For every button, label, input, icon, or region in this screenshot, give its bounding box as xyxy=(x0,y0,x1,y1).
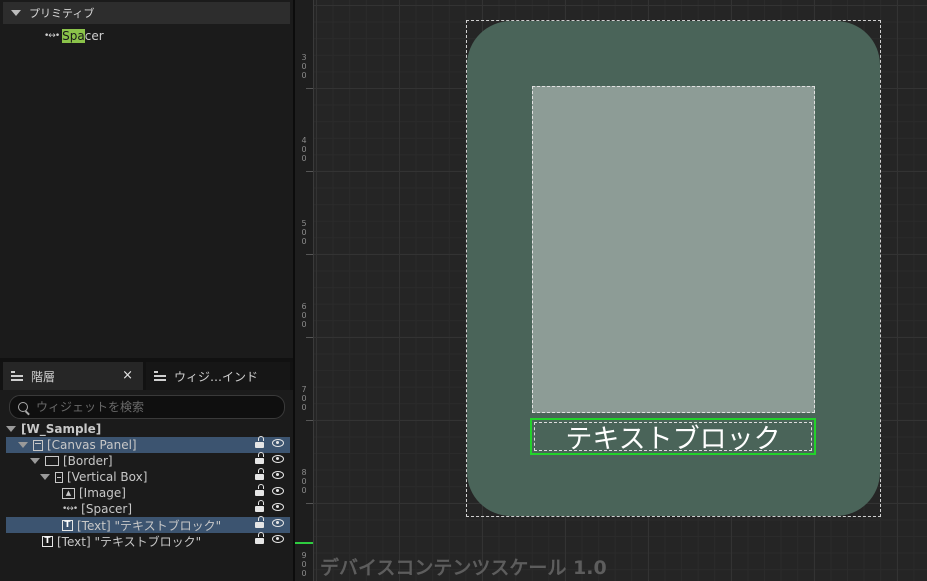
tree-row-label: [Text] "テキストブロック" xyxy=(77,518,222,533)
tree-row-border[interactable]: [Border] xyxy=(6,452,290,469)
lock-icon[interactable] xyxy=(255,532,264,544)
tab-hierarchy[interactable]: 階層 × xyxy=(3,362,143,390)
tree-row-image[interactable]: ▲ [Image] xyxy=(6,484,290,501)
tab-widget-binding[interactable]: ウィジ…インド xyxy=(146,362,290,390)
vertical-box-icon xyxy=(55,471,63,483)
palette-item-label-rest: cer xyxy=(84,29,104,43)
tab-widget-binding-label: ウィジ…インド xyxy=(174,369,259,384)
eye-icon[interactable] xyxy=(272,471,284,479)
ruler-tick-label: 9 0 0 xyxy=(301,551,307,578)
ruler-tick-label: 6 0 0 xyxy=(301,302,307,329)
widget-search-box[interactable] xyxy=(9,395,285,419)
palette-panel: プリミティブ •↔• Spa cer xyxy=(0,0,293,360)
image-widget-preview[interactable] xyxy=(532,86,815,413)
lock-icon[interactable] xyxy=(255,436,264,448)
expand-arrow-icon[interactable] xyxy=(30,458,40,464)
vertical-ruler: 3 0 0 4 0 0 5 0 0 6 0 0 7 0 0 8 0 0 9 0 … xyxy=(295,0,314,581)
tree-row-label: [W_Sample] xyxy=(21,422,102,436)
canvas-panel-icon xyxy=(33,439,43,451)
list-icon xyxy=(154,371,166,381)
tree-row-spacer[interactable]: •↔• [Spacer] xyxy=(6,500,290,517)
spacer-icon: •↔• xyxy=(62,504,78,514)
tree-row-label: [Image] xyxy=(79,486,126,500)
ruler-tick-label: 8 0 0 xyxy=(301,468,307,495)
text-block-preview: テキストブロック xyxy=(534,422,812,455)
hierarchy-tab-bar: 階層 × ウィジ…インド xyxy=(0,362,293,390)
tree-row-root[interactable]: [W_Sample] xyxy=(6,421,290,437)
tree-row-text[interactable]: T [Text] "テキストブロック" xyxy=(6,532,290,549)
text-icon: T xyxy=(42,535,53,547)
eye-icon[interactable] xyxy=(272,455,284,463)
ruler-tick-label: 7 0 0 xyxy=(301,385,307,412)
tree-row-label: [Spacer] xyxy=(81,502,133,516)
search-icon xyxy=(18,402,28,412)
expand-arrow-icon[interactable] xyxy=(18,442,28,448)
border-icon xyxy=(45,456,59,466)
designer-canvas[interactable]: 3 0 0 4 0 0 5 0 0 6 0 0 7 0 0 8 0 0 9 0 … xyxy=(295,0,927,581)
search-match-highlight: Spa xyxy=(62,29,85,43)
close-tab-icon[interactable]: × xyxy=(122,368,133,383)
tree-row-label: [Text] "テキストブロック" xyxy=(57,534,202,549)
widget-search-input[interactable] xyxy=(34,399,268,415)
expand-arrow-icon[interactable] xyxy=(40,474,50,480)
lock-icon[interactable] xyxy=(255,452,264,464)
expand-arrow-icon[interactable] xyxy=(6,426,16,432)
tab-hierarchy-label: 階層 xyxy=(31,369,56,384)
lock-icon[interactable] xyxy=(255,484,264,496)
eye-icon[interactable] xyxy=(272,487,284,495)
eye-icon[interactable] xyxy=(272,439,284,447)
tree-row-text-selected[interactable]: T [Text] "テキストブロック" xyxy=(6,516,290,533)
tree-row-vertical-box[interactable]: [Vertical Box] xyxy=(6,468,290,485)
eye-icon[interactable] xyxy=(272,503,284,511)
palette-item-spacer[interactable]: •↔• Spa cer xyxy=(44,28,104,44)
selected-text-widget[interactable]: テキストブロック xyxy=(530,418,816,455)
ruler-tick-label: 3 0 0 xyxy=(301,53,307,80)
ruler-cursor-marker xyxy=(295,542,313,544)
eye-icon[interactable] xyxy=(272,535,284,543)
tree-row-label: [Canvas Panel] xyxy=(47,438,137,452)
image-icon: ▲ xyxy=(62,487,75,499)
list-icon xyxy=(11,371,23,381)
hierarchy-panel: 階層 × ウィジ…インド [W_Sample] [Canvas Panel] [… xyxy=(0,362,293,581)
ruler-tick-label: 4 0 0 xyxy=(301,136,307,163)
ruler-tick-label: 5 0 0 xyxy=(301,219,307,246)
palette-category-label: プリミティブ xyxy=(29,7,95,20)
spacer-icon: •↔• xyxy=(44,31,60,41)
palette-category-header[interactable]: プリミティブ xyxy=(3,2,290,24)
lock-icon[interactable] xyxy=(255,468,264,480)
eye-icon[interactable] xyxy=(272,519,284,527)
text-icon: T xyxy=(62,519,73,531)
lock-icon[interactable] xyxy=(255,500,264,512)
tree-row-label: [Border] xyxy=(63,454,113,468)
dpi-scale-label: デバイスコンテンツスケール 1.0 xyxy=(320,557,607,579)
tree-row-canvas-panel[interactable]: [Canvas Panel] xyxy=(6,436,290,453)
collapse-arrow-icon[interactable] xyxy=(11,10,21,16)
lock-icon[interactable] xyxy=(255,516,264,528)
tree-row-label: [Vertical Box] xyxy=(67,470,148,484)
